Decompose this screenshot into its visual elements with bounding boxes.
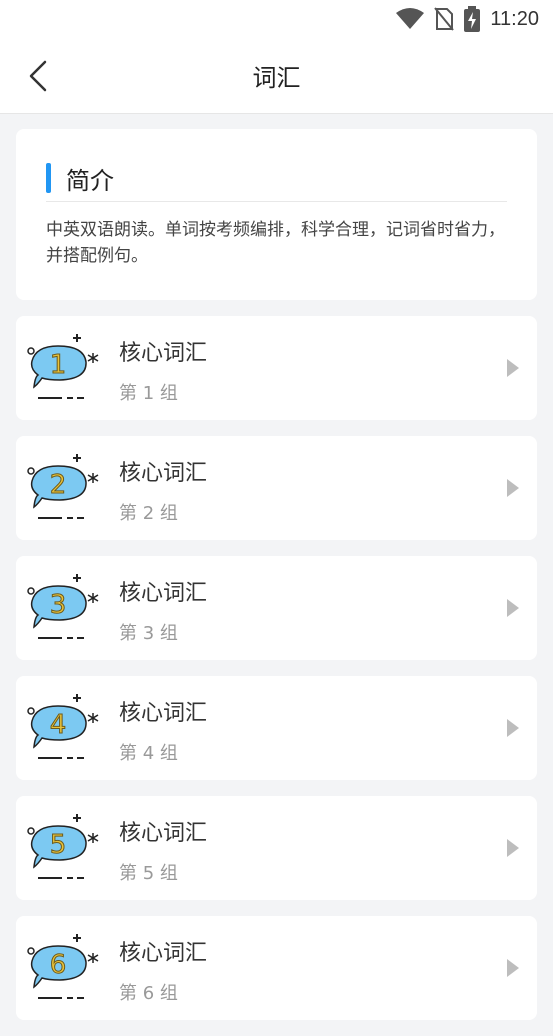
speech-bubble-number-icon: 4 xyxy=(27,694,99,759)
list-item-5[interactable]: 5 核心词汇 第 5 组 xyxy=(16,796,537,900)
status-icons: 11:20 xyxy=(396,6,539,32)
status-bar: 11:20 xyxy=(0,0,553,38)
item-title: 核心词汇 xyxy=(119,941,208,966)
app-header: 词汇 xyxy=(0,38,553,114)
play-arrow-icon xyxy=(507,959,519,977)
speech-bubble-number-icon: 3 xyxy=(27,574,99,639)
item-title: 核心词汇 xyxy=(119,701,208,726)
speech-bubble-number-icon: 1 xyxy=(27,334,99,399)
play-arrow-icon xyxy=(507,839,519,857)
wifi-icon xyxy=(396,8,425,29)
speech-bubble-number-icon: 2 xyxy=(27,454,99,519)
no-sim-icon xyxy=(434,7,455,31)
badge-number: 3 xyxy=(50,590,67,620)
intro-header: 简介 xyxy=(46,161,507,202)
page-title: 词汇 xyxy=(252,64,301,92)
item-subtitle: 第 3 组 xyxy=(119,623,178,644)
list-item-4[interactable]: 4 核心词汇 第 4 组 xyxy=(16,676,537,780)
item-subtitle: 第 5 组 xyxy=(119,863,178,884)
item-subtitle: 第 2 组 xyxy=(119,503,178,524)
item-title: 核心词汇 xyxy=(119,341,208,366)
badge-number: 4 xyxy=(50,710,67,740)
intro-card: 简介 中英双语朗读。单词按考频编排，科学合理，记词省时省力，并搭配例句。 xyxy=(16,129,537,300)
badge-number: 6 xyxy=(50,950,67,980)
status-time: 11:20 xyxy=(490,7,539,30)
play-arrow-icon xyxy=(507,719,519,737)
item-title: 核心词汇 xyxy=(119,821,208,846)
badge-number: 1 xyxy=(50,350,67,380)
play-arrow-icon xyxy=(507,599,519,617)
item-title: 核心词汇 xyxy=(119,581,208,606)
list-item-6[interactable]: 6 核心词汇 第 6 组 xyxy=(16,916,537,1020)
play-arrow-icon xyxy=(507,479,519,497)
accent-bar xyxy=(46,163,51,193)
badge-number: 2 xyxy=(50,470,67,500)
list-item-2[interactable]: 2 核心词汇 第 2 组 xyxy=(16,436,537,540)
battery-charging-icon xyxy=(464,6,481,32)
item-subtitle: 第 1 组 xyxy=(119,383,178,404)
item-subtitle: 第 4 组 xyxy=(119,743,178,764)
list-item-1[interactable]: 1 核心词汇 第 1 组 xyxy=(16,316,537,420)
badge-number: 5 xyxy=(50,830,67,860)
intro-title: 简介 xyxy=(66,167,114,195)
speech-bubble-number-icon: 5 xyxy=(27,814,99,879)
intro-text: 中英双语朗读。单词按考频编排，科学合理，记词省时省力，并搭配例句。 xyxy=(46,220,505,266)
group-list: 1 核心词汇 第 1 组 2 核心词汇 第 2 组 3 核心词汇 第 3 组 4… xyxy=(16,316,537,1036)
speech-bubble-number-icon: 6 xyxy=(27,934,99,999)
item-title: 核心词汇 xyxy=(119,461,208,486)
list-item-3[interactable]: 3 核心词汇 第 3 组 xyxy=(16,556,537,660)
play-arrow-icon xyxy=(507,359,519,377)
